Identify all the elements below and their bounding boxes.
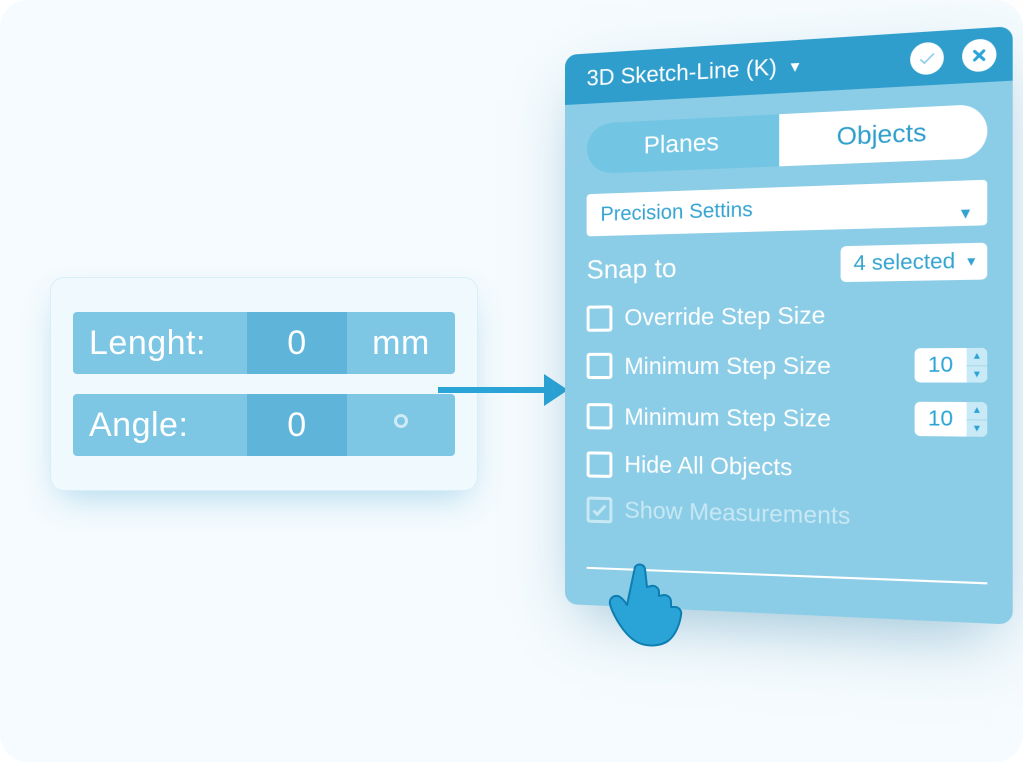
length-value[interactable]: 0 (247, 312, 347, 374)
option-label: Minimum Step Size (624, 403, 831, 433)
spinner-down-icon[interactable]: ▼ (967, 366, 988, 383)
length-unit: mm (347, 312, 455, 374)
panel-title: 3D Sketch-Line (K) (587, 54, 777, 92)
snap-to-select[interactable]: 4 selected ▼ (840, 243, 987, 282)
precision-label: Precision Settins (600, 198, 752, 226)
accept-button[interactable] (910, 41, 944, 75)
checkbox-unchecked-icon[interactable] (587, 451, 613, 478)
snap-to-value: 4 selected (853, 249, 955, 276)
spinner-up-icon[interactable]: ▲ (967, 402, 988, 420)
cursor-hand-icon (605, 555, 691, 647)
option-label: Override Step Size (624, 301, 825, 331)
spinner-value[interactable]: 10 (915, 348, 967, 383)
tabs: Planes Objects (587, 104, 988, 174)
chevron-down-icon[interactable]: ▼ (788, 58, 803, 76)
step-size-spinner-1[interactable]: 10 ▲ ▼ (915, 348, 988, 383)
option-label: Hide All Objects (624, 451, 792, 482)
checkbox-checked-icon[interactable] (587, 496, 613, 523)
option-label: Show Measurements (624, 496, 850, 530)
snap-to-label: Snap to (587, 252, 677, 285)
option-hide-all[interactable]: Hide All Objects (587, 450, 988, 485)
degree-icon (394, 414, 408, 428)
option-min-step-1[interactable]: Minimum Step Size 10 ▲ ▼ (587, 348, 988, 383)
angle-row: Angle: 0 (73, 394, 455, 456)
spinner-value[interactable]: 10 (915, 402, 967, 437)
tab-planes[interactable]: Planes (587, 114, 780, 174)
snap-to-row: Snap to 4 selected ▼ (587, 243, 988, 287)
checkbox-unchecked-icon[interactable] (587, 353, 613, 379)
angle-label: Angle: (73, 394, 247, 456)
option-show-measurements[interactable]: Show Measurements (587, 496, 988, 535)
close-button[interactable] (962, 38, 996, 73)
angle-value[interactable]: 0 (247, 394, 347, 456)
sketch-line-panel: 3D Sketch-Line (K) ▼ Planes Objects Prec… (565, 26, 1013, 624)
tab-objects[interactable]: Objects (779, 104, 987, 167)
length-row: Lenght: 0 mm (73, 312, 455, 374)
spinner-down-icon[interactable]: ▼ (967, 420, 988, 437)
step-size-spinner-2[interactable]: 10 ▲ ▼ (915, 402, 988, 437)
length-label: Lenght: (73, 312, 247, 374)
option-min-step-2[interactable]: Minimum Step Size 10 ▲ ▼ (587, 400, 988, 437)
chevron-down-icon: ▼ (964, 254, 978, 269)
precision-dropdown[interactable]: Precision Settins ▼ (587, 180, 988, 237)
checkbox-unchecked-icon[interactable] (587, 305, 613, 331)
option-override-step[interactable]: Override Step Size (587, 299, 988, 332)
chevron-down-icon: ▼ (958, 204, 974, 222)
angle-unit (347, 394, 455, 456)
checkbox-unchecked-icon[interactable] (587, 403, 613, 429)
spinner-up-icon[interactable]: ▲ (967, 348, 988, 366)
canvas: Lenght: 0 mm Angle: 0 3D Sketch-Line (K)… (0, 0, 1023, 762)
arrow-icon (438, 384, 568, 396)
option-label: Minimum Step Size (624, 351, 831, 379)
measurements-card: Lenght: 0 mm Angle: 0 (50, 277, 478, 491)
